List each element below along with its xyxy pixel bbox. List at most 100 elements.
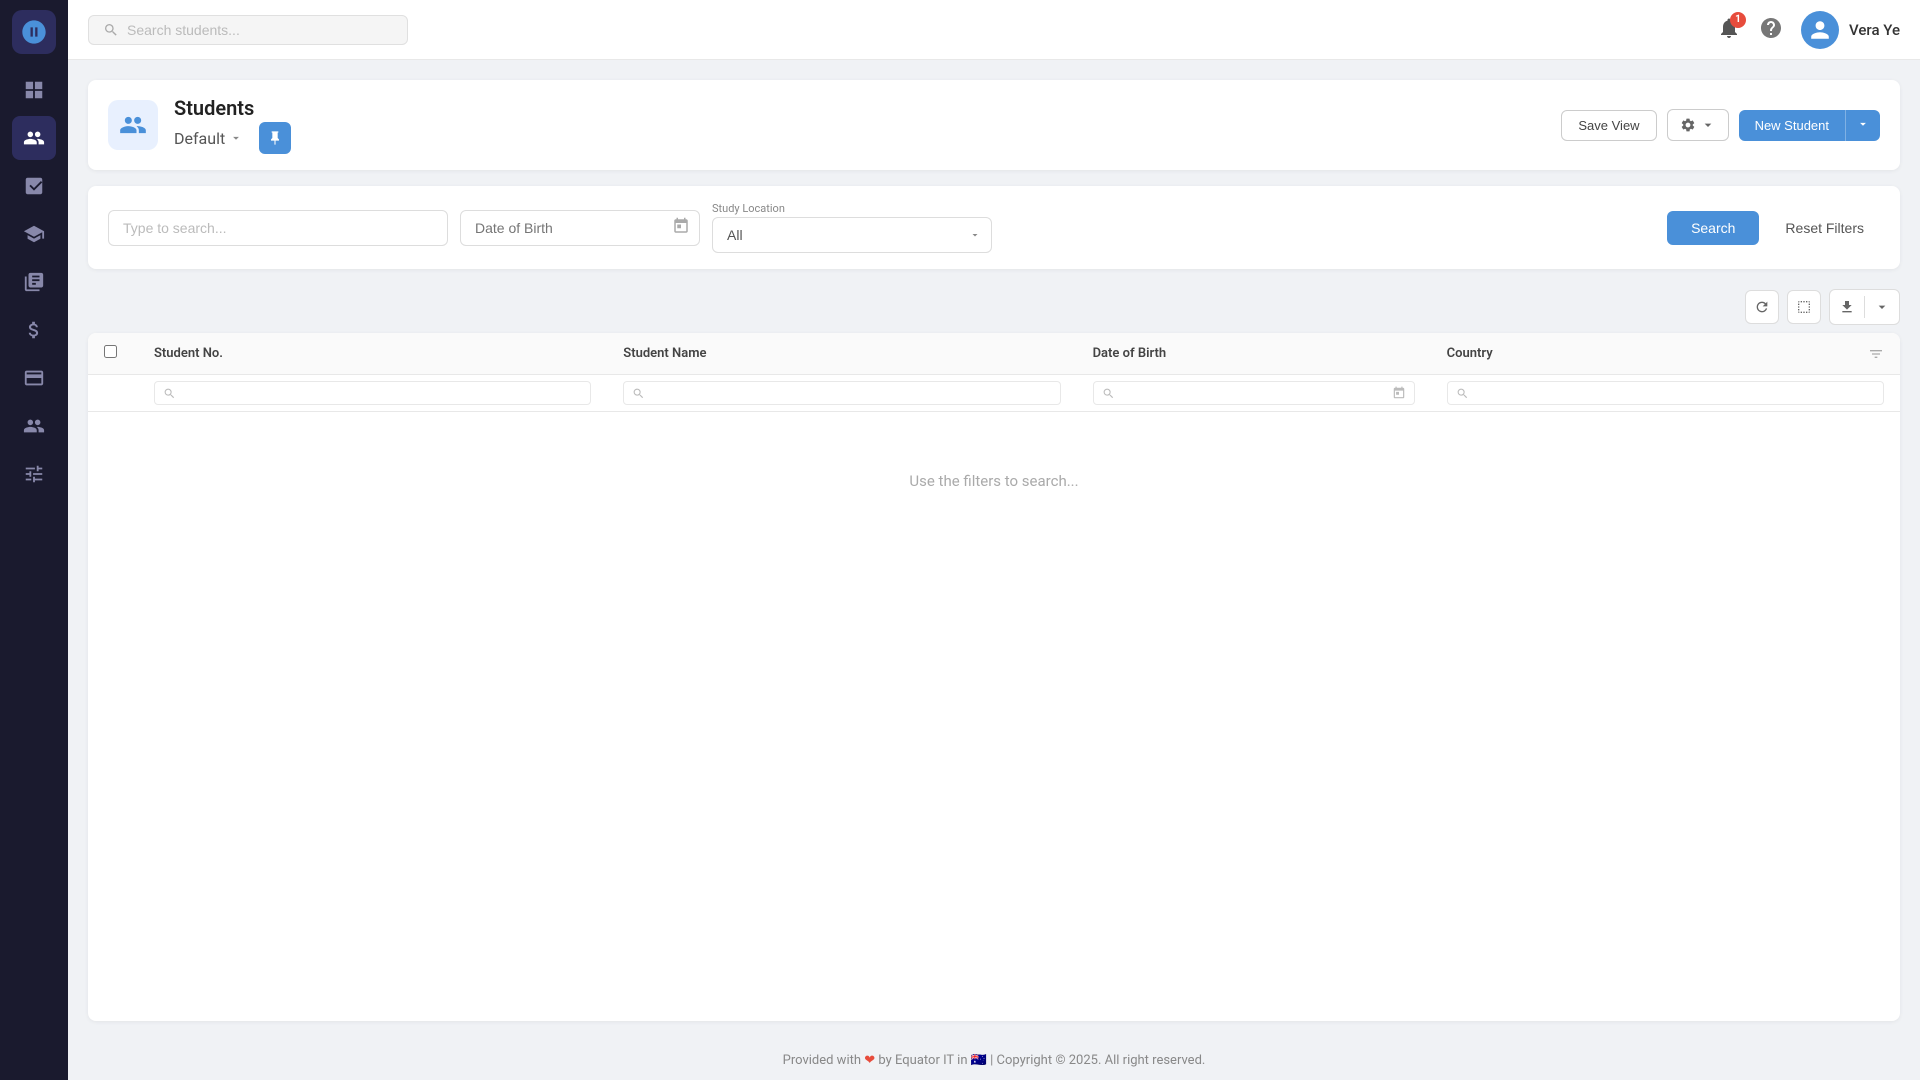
study-location-select[interactable]: All: [712, 217, 992, 253]
table-section: Student No. Student Name: [88, 285, 1900, 1021]
filters-card: Study Location All Search Reset Filters: [88, 186, 1900, 269]
gear-icon: [1680, 117, 1696, 133]
search-icon: [1456, 387, 1469, 400]
sidebar-item-students[interactable]: [12, 116, 56, 160]
search-icon: [1102, 387, 1115, 400]
notification-badge: 1: [1730, 12, 1746, 28]
empty-state: Use the filters to search...: [88, 412, 1900, 550]
table-toolbar: [88, 285, 1900, 333]
header-actions: Save View New Student: [1561, 109, 1880, 141]
calendar-icon[interactable]: [1392, 386, 1406, 400]
new-student-button[interactable]: New Student: [1739, 110, 1845, 141]
page-title-group: Students Default: [174, 96, 1545, 154]
column-filter-icon[interactable]: [1868, 346, 1884, 362]
footer-text-before: Provided with: [783, 1053, 861, 1068]
sidebar-item-reports[interactable]: [12, 164, 56, 208]
search-icon: [103, 22, 119, 38]
refresh-icon: [1754, 299, 1770, 315]
search-icon: [632, 387, 645, 400]
view-dropdown[interactable]: Default: [174, 129, 243, 148]
calendar-icon[interactable]: [672, 217, 690, 239]
col-student-name: Student Name: [607, 333, 1076, 375]
export-button[interactable]: [1830, 290, 1864, 324]
page-title: Students: [174, 96, 1545, 120]
col-search-student-name: [607, 375, 1076, 412]
col-search-student-name-input[interactable]: [651, 386, 1051, 400]
filters-actions: Search Reset Filters: [1667, 211, 1880, 245]
notification-button[interactable]: 1: [1717, 16, 1741, 44]
col-search-dob-input[interactable]: [1121, 386, 1201, 400]
footer-text-middle: by Equator IT in: [878, 1053, 967, 1068]
export-button-group: [1829, 289, 1900, 325]
date-filter-input[interactable]: [460, 210, 700, 246]
export-dropdown-button[interactable]: [1865, 290, 1899, 324]
global-search-input[interactable]: [127, 22, 393, 38]
search-filter-input[interactable]: [108, 210, 448, 246]
user-name: Vera Ye: [1849, 21, 1900, 39]
reset-filters-button[interactable]: Reset Filters: [1769, 211, 1880, 245]
columns-button[interactable]: [1787, 290, 1821, 324]
sidebar-item-agents[interactable]: [12, 404, 56, 448]
app-logo[interactable]: [12, 10, 56, 54]
col-search-student-no-input[interactable]: [182, 386, 582, 400]
col-student-name-label: Student Name: [623, 346, 706, 361]
help-button[interactable]: [1759, 16, 1783, 44]
new-student-group: New Student: [1739, 110, 1880, 141]
topbar: 1 Vera Ye: [68, 0, 1920, 60]
sidebar-item-compliance[interactable]: [12, 260, 56, 304]
chevron-down-icon: [1700, 117, 1716, 133]
col-search-dob: [1077, 375, 1431, 412]
empty-message: Use the filters to search...: [909, 472, 1078, 490]
footer-flag: 🇦🇺: [971, 1053, 987, 1068]
sidebar-item-finance[interactable]: [12, 308, 56, 352]
settings-button[interactable]: [1667, 109, 1729, 141]
avatar: [1801, 11, 1839, 49]
study-location-wrap: Study Location All: [712, 202, 992, 253]
data-table-card: Student No. Student Name: [88, 333, 1900, 1021]
page-icon: [108, 100, 158, 150]
view-label: Default: [174, 129, 225, 148]
save-view-button[interactable]: Save View: [1561, 110, 1656, 141]
search-button[interactable]: Search: [1667, 211, 1759, 245]
col-dob-label: Date of Birth: [1093, 346, 1167, 361]
view-selector: Default: [174, 122, 1545, 154]
sidebar-item-billing[interactable]: [12, 356, 56, 400]
search-filter-wrap: [108, 210, 448, 246]
col-search-country: [1431, 375, 1900, 412]
pin-button[interactable]: [259, 122, 291, 154]
topbar-right: 1 Vera Ye: [1717, 11, 1900, 49]
global-search-wrapper: [88, 15, 408, 45]
date-filter-wrap: [460, 210, 700, 246]
col-dob: Date of Birth: [1077, 333, 1431, 375]
select-all-checkbox[interactable]: [104, 345, 117, 358]
page-header-card: Students Default Save View: [88, 80, 1900, 170]
sidebar-item-settings[interactable]: [12, 452, 56, 496]
col-search-checkbox: [88, 375, 138, 412]
col-country-label: Country: [1447, 346, 1493, 361]
col-search-country-input[interactable]: [1475, 386, 1875, 400]
col-checkbox: [88, 333, 138, 375]
col-country: Country: [1431, 333, 1900, 375]
chevron-down-icon: [1856, 117, 1870, 131]
columns-icon: [1796, 299, 1812, 315]
sidebar-item-courses[interactable]: [12, 212, 56, 256]
user-area[interactable]: Vera Ye: [1801, 11, 1900, 49]
col-search-student-no: [138, 375, 607, 412]
filters-row: Study Location All Search Reset Filters: [108, 202, 1880, 253]
refresh-button[interactable]: [1745, 290, 1779, 324]
footer: Provided with ❤ by Equator IT in 🇦🇺 | Co…: [68, 1041, 1920, 1080]
col-student-no-label: Student No.: [154, 346, 223, 361]
chevron-down-icon: [1874, 299, 1890, 315]
main-content: 1 Vera Ye Stu: [68, 0, 1920, 1080]
new-student-split-button[interactable]: [1845, 110, 1880, 141]
col-student-no: Student No.: [138, 333, 607, 375]
study-location-label: Study Location: [712, 202, 992, 215]
sidebar-item-dashboard[interactable]: [12, 68, 56, 112]
search-icon: [163, 387, 176, 400]
sidebar: [0, 0, 68, 1080]
export-icon: [1839, 299, 1855, 315]
page-content: Students Default Save View: [68, 60, 1920, 1041]
footer-heart: ❤: [864, 1053, 875, 1068]
data-table: Student No. Student Name: [88, 333, 1900, 550]
footer-text-after: | Copyright © 2025. All right reserved.: [990, 1053, 1205, 1068]
